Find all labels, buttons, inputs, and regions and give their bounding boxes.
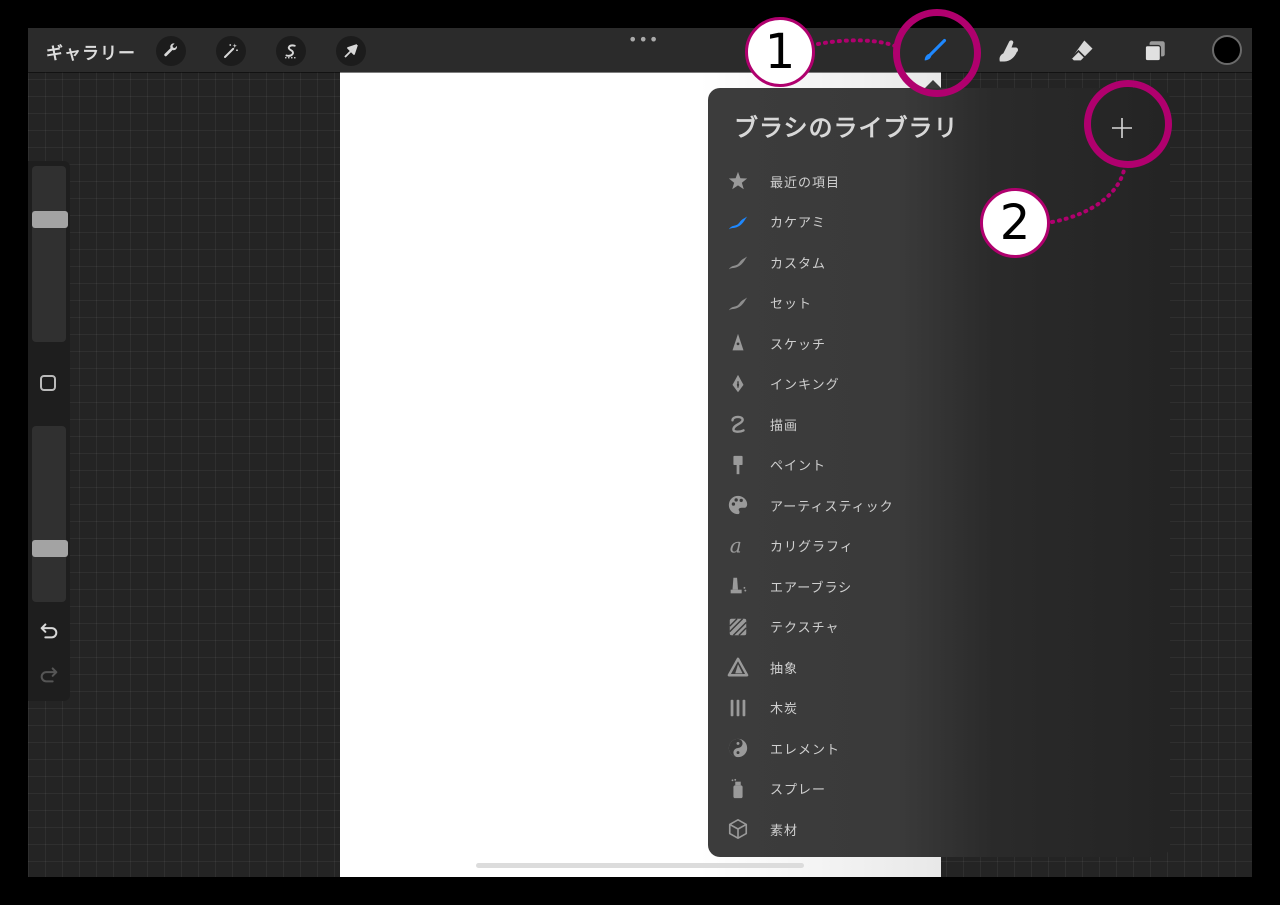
color-picker-swatch[interactable] xyxy=(1212,35,1242,65)
brush-category-label: 抽象 xyxy=(770,661,799,677)
brush-category-label: セット xyxy=(770,297,813,313)
more-options-button[interactable]: ••• xyxy=(628,30,659,49)
home-indicator xyxy=(476,863,804,868)
adjustments-button[interactable] xyxy=(216,36,246,66)
selection-s-icon xyxy=(285,44,297,59)
brush-category-item[interactable]: インキング xyxy=(708,364,998,405)
yin-yang-icon xyxy=(727,737,749,759)
cube-icon xyxy=(727,818,749,840)
brush-category-item[interactable]: a カリグラフィ xyxy=(708,526,998,567)
modify-button[interactable] xyxy=(40,375,56,391)
brush-category-label: 描画 xyxy=(770,418,799,434)
stroke-icon xyxy=(727,251,749,273)
airbrush-icon xyxy=(727,575,749,597)
charcoal-icon xyxy=(727,697,749,719)
brush-category-label: テクスチャ xyxy=(770,621,840,637)
brush-category-item[interactable]: スプレー xyxy=(708,769,998,810)
brush-category-list: 最近の項目カケアミカスタムセットスケッチインキング描画ペイントアーティスティック… xyxy=(708,161,998,850)
brush-category-label: エアーブラシ xyxy=(770,580,853,596)
layers-tool-button[interactable] xyxy=(1137,35,1173,67)
procreate-screen: ギャラリー ••• ブラシのライブラリ 最近の項目 カケアミ カスタム セット … xyxy=(28,28,1252,877)
wrench-icon xyxy=(164,43,178,57)
step2-highlight-ring xyxy=(1084,80,1172,168)
paint-brush-icon xyxy=(727,454,749,476)
brush-category-label: エレメント xyxy=(770,742,841,758)
gallery-button[interactable]: ギャラリー xyxy=(46,39,136,64)
smudge-finger-icon xyxy=(999,40,1018,62)
calligraphy-a-icon: a xyxy=(727,535,749,557)
pencil-tip-icon xyxy=(727,332,749,354)
brush-category-item[interactable]: 素材 xyxy=(708,809,998,850)
brush-size-slider[interactable] xyxy=(32,166,68,342)
brush-category-label: スプレー xyxy=(770,783,827,799)
stroke-icon xyxy=(727,292,749,314)
brush-category-label: インキング xyxy=(770,378,840,394)
texture-icon xyxy=(727,616,749,638)
triangle-icon xyxy=(727,656,749,678)
opacity-thumb[interactable] xyxy=(32,540,68,558)
brush-category-item[interactable]: 抽象 xyxy=(708,647,998,688)
brush-category-item[interactable]: 木炭 xyxy=(708,688,998,729)
arrow-cursor-icon xyxy=(344,44,358,58)
panel-title: ブラシのライブラリ xyxy=(734,114,959,142)
brush-category-item[interactable]: 最近の項目 xyxy=(708,161,998,202)
step1-highlight-ring xyxy=(893,9,981,97)
left-sidebar xyxy=(28,161,70,701)
selection-button[interactable] xyxy=(276,36,306,66)
brush-size-thumb[interactable] xyxy=(32,210,68,228)
brush-category-item[interactable]: テクスチャ xyxy=(708,607,998,648)
brush-category-label: 最近の項目 xyxy=(770,175,841,191)
brush-category-label: アーティスティック xyxy=(770,499,894,515)
opacity-slider[interactable] xyxy=(32,426,68,602)
star-icon xyxy=(727,170,749,192)
brush-category-item[interactable]: 描画 xyxy=(708,404,998,445)
eraser-tool-button[interactable] xyxy=(1064,35,1100,67)
brush-category-label: カリグラフィ xyxy=(770,540,854,556)
step2-number-badge: 2 xyxy=(980,188,1050,258)
brush-category-item[interactable]: カケアミ xyxy=(708,202,998,243)
brush-category-item[interactable]: カスタム xyxy=(708,242,998,283)
brush-category-item[interactable]: エレメント xyxy=(708,728,998,769)
brush-library-panel: ブラシのライブラリ 最近の項目カケアミカスタムセットスケッチインキング描画ペイン… xyxy=(708,88,1170,857)
eraser-icon xyxy=(1070,40,1093,61)
actions-button[interactable] xyxy=(156,36,186,66)
stroke-icon xyxy=(727,211,749,233)
pen-nib-icon xyxy=(727,373,749,395)
transform-button[interactable] xyxy=(336,36,366,66)
smudge-tool-button[interactable] xyxy=(990,35,1026,67)
brush-category-item[interactable]: ペイント xyxy=(708,445,998,486)
undo-icon[interactable] xyxy=(38,619,60,641)
redo-icon[interactable] xyxy=(38,663,60,685)
brush-category-label: カケアミ xyxy=(770,216,826,232)
brush-category-item[interactable]: エアーブラシ xyxy=(708,566,998,607)
svg-text:a: a xyxy=(730,535,742,557)
top-toolbar: ギャラリー ••• xyxy=(28,28,1252,72)
squiggle-icon xyxy=(727,413,749,435)
brush-category-label: 木炭 xyxy=(770,702,799,718)
step1-number-badge: 1 xyxy=(745,17,815,87)
brush-category-label: スケッチ xyxy=(770,337,827,353)
magic-wand-icon xyxy=(224,43,238,58)
palette-icon xyxy=(727,494,749,516)
brush-category-item[interactable]: セット xyxy=(708,283,998,324)
brush-category-item[interactable]: スケッチ xyxy=(708,323,998,364)
brush-category-label: カスタム xyxy=(770,256,827,272)
layers-icon xyxy=(1144,41,1165,62)
spray-can-icon xyxy=(727,778,749,800)
brush-category-label: ペイント xyxy=(770,459,827,475)
brush-category-label: 素材 xyxy=(770,823,799,839)
brush-category-item[interactable]: アーティスティック xyxy=(708,485,998,526)
